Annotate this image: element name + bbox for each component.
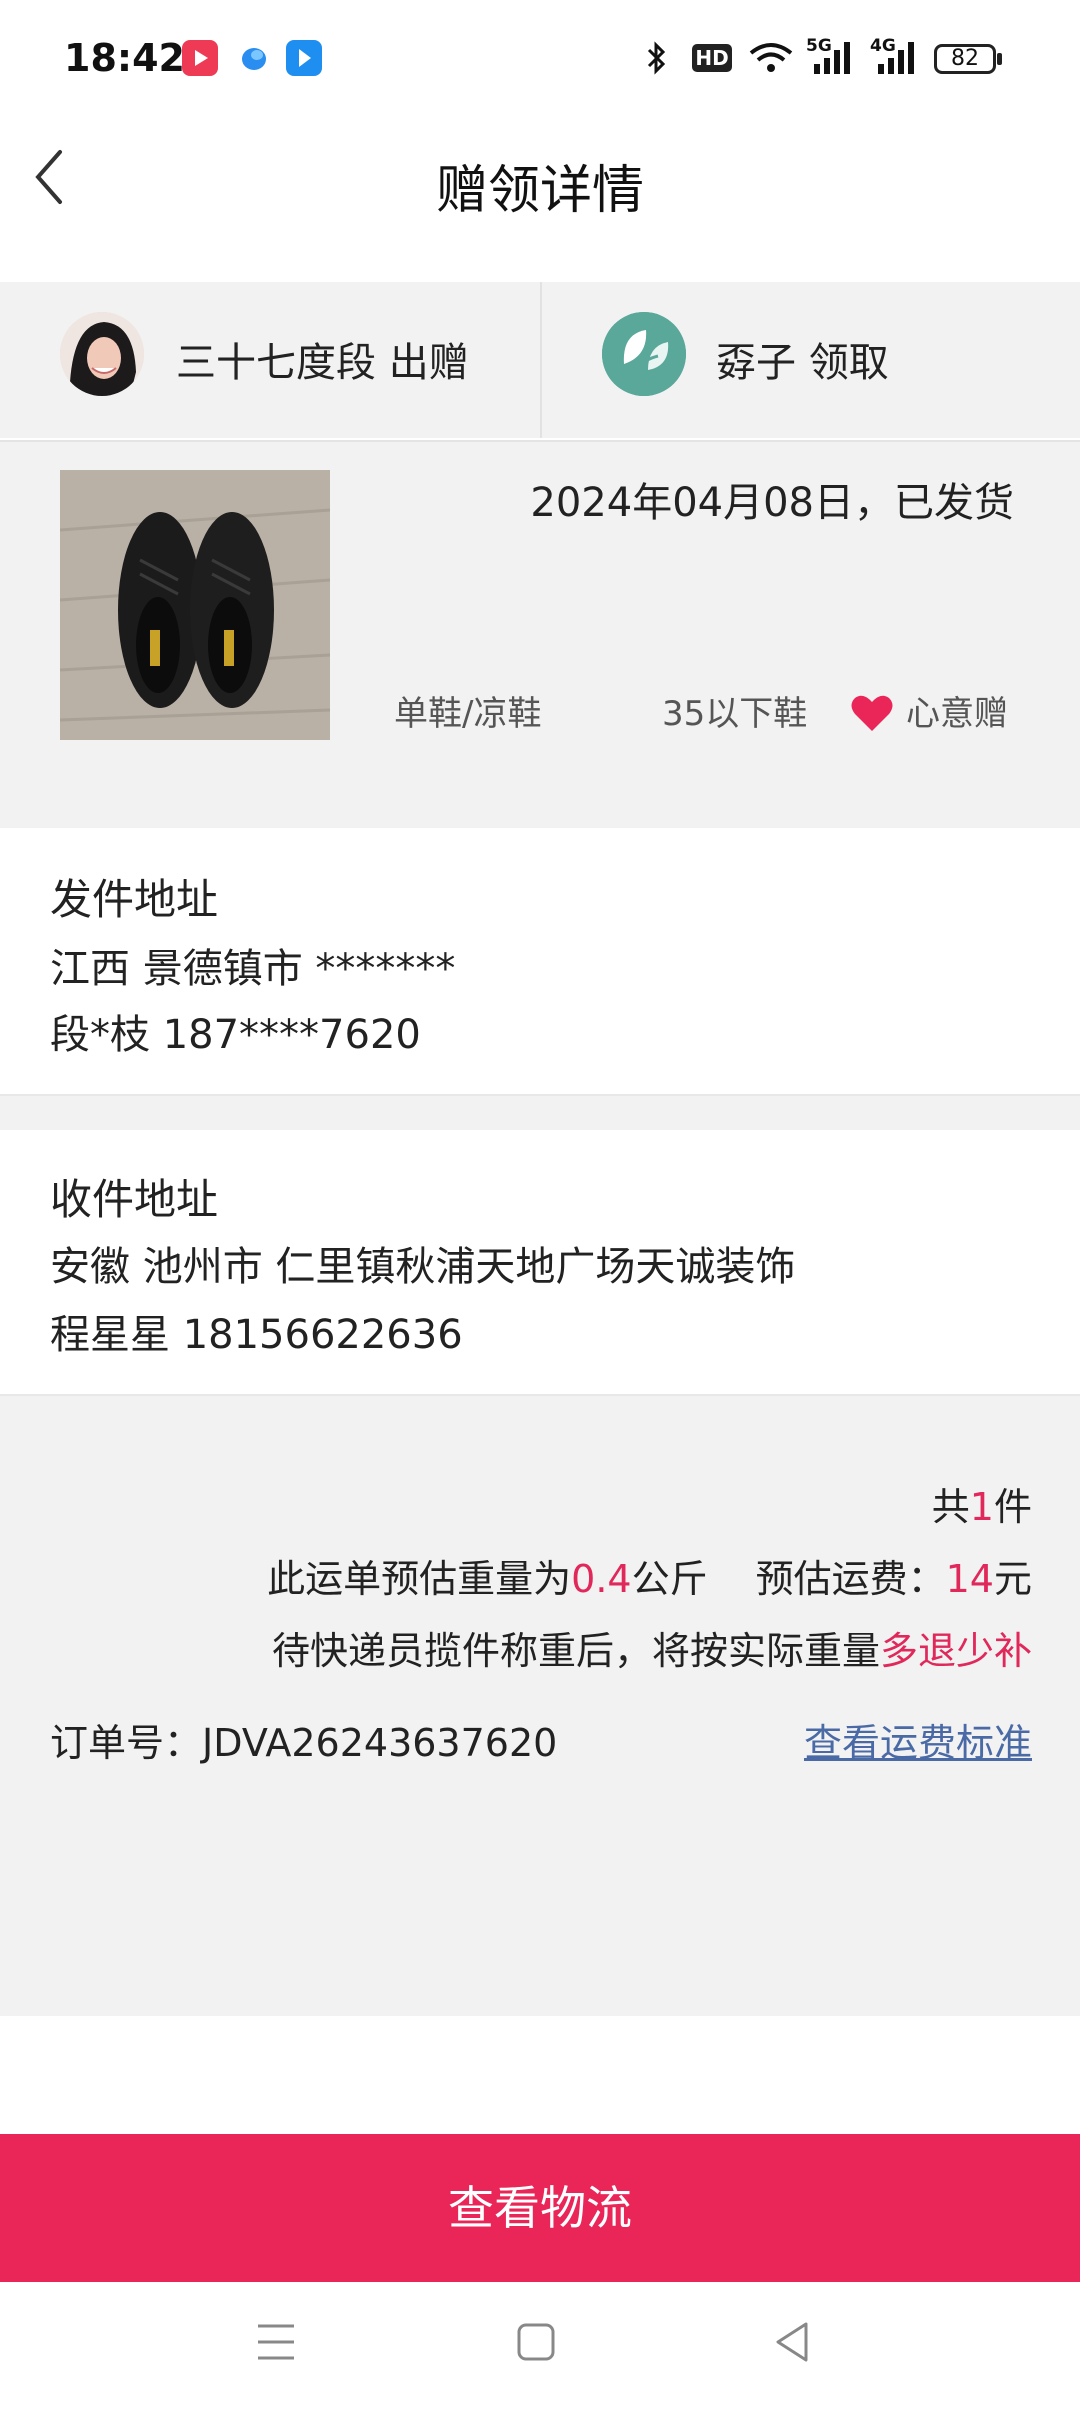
page-title: 赠领详情 <box>435 161 644 221</box>
shipping-panel <box>0 1394 1080 2016</box>
back-nav-icon[interactable] <box>772 2320 812 2368</box>
count-prefix: 共 <box>931 1485 970 1529</box>
fee-unit: 元 <box>993 1557 1032 1601</box>
item-category: 单鞋/凉鞋 <box>394 694 542 734</box>
bluetooth-icon <box>644 40 670 80</box>
system-nav-bar <box>0 2282 1080 2412</box>
wifi-icon <box>748 40 794 80</box>
weight-prefix: 此运单预估重量为 <box>267 1557 572 1601</box>
status-bar: 18:42 HD 5G 4G 82 <box>0 0 1080 110</box>
receiver-avatar[interactable] <box>602 312 686 396</box>
signal-5g-label: 5G <box>806 36 832 56</box>
count-suffix: 件 <box>993 1485 1032 1529</box>
receiver-label[interactable]: 孬子 领取 <box>716 330 889 388</box>
video-app-icon <box>182 40 218 76</box>
signal-5g-icon: 5G <box>806 36 854 82</box>
order-value: JDVA26243637620 <box>202 1721 558 1765</box>
parties-divider <box>540 282 542 438</box>
ship-date-status: 2024年04月08日，已发货 <box>530 480 1014 526</box>
weight-value: 0.4 <box>571 1557 632 1601</box>
weigh-note: 待快递员揽件称重后，将按实际重量多退少补 <box>272 1620 1032 1675</box>
note-prefix: 待快递员揽件称重后，将按实际重量 <box>271 1629 880 1673</box>
item-size: 35以下鞋 <box>662 694 808 734</box>
order-label: 订单号： <box>50 1721 203 1765</box>
item-photo[interactable] <box>60 470 330 740</box>
battery-level: 82 <box>951 46 979 71</box>
gift-type: 心意赠 <box>906 694 1008 734</box>
receiver-address: 安徽 池州市 仁里镇秋浦天地广场天诚装饰 <box>50 1244 796 1290</box>
menu-icon[interactable] <box>256 2320 296 2368</box>
signal-4g-label: 4G <box>870 36 896 56</box>
battery-icon: 82 <box>934 44 996 74</box>
weight-fee-line: 此运单预估重量为0.4公斤 预估运费：14元 <box>267 1548 1032 1603</box>
mail-app-icon <box>286 40 322 76</box>
giver-label[interactable]: 三十七度段 出赠 <box>176 330 469 388</box>
sender-contact: 段*枝 187****7620 <box>50 1012 421 1058</box>
hd-voice-icon: HD <box>692 44 732 72</box>
home-icon[interactable] <box>516 2322 556 2366</box>
fee-prefix: 预估运费： <box>755 1557 946 1601</box>
heart-icon <box>850 693 894 733</box>
receiver-contact: 程星星 18156622636 <box>50 1312 463 1358</box>
battery-tip <box>997 53 1002 65</box>
note-highlight: 多退少补 <box>879 1629 1032 1673</box>
item-count: 共1件 <box>932 1476 1032 1531</box>
count-value: 1 <box>969 1485 994 1529</box>
receiver-heading: 收件地址 <box>50 1175 219 1224</box>
weight-unit: 公斤 <box>631 1557 708 1601</box>
section-divider <box>0 1094 1080 1130</box>
browser-app-icon <box>236 40 272 76</box>
order-number: 订单号：JDVA26243637620 <box>50 1712 557 1767</box>
giver-avatar[interactable] <box>60 312 144 396</box>
status-time: 18:42 <box>64 36 185 80</box>
sender-heading: 发件地址 <box>50 875 219 924</box>
sender-region: 江西 景德镇市 ******* <box>50 946 456 992</box>
signal-4g-icon: 4G <box>870 36 918 82</box>
view-logistics-button[interactable]: 查看物流 <box>0 2134 1080 2282</box>
fee-value: 14 <box>945 1557 994 1601</box>
shipping-standard-link[interactable]: 查看运费标准 <box>804 1712 1032 1767</box>
